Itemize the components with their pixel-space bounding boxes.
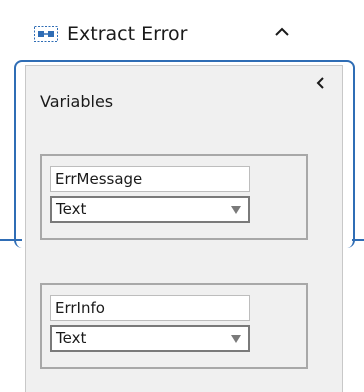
variable-name-field[interactable]: ErrMessage bbox=[50, 166, 250, 192]
variable-name-field[interactable]: ErrInfo bbox=[50, 295, 250, 321]
connector-line-right bbox=[352, 239, 364, 241]
activity-canvas: Extract Error Variables ErrMessage Text … bbox=[0, 0, 364, 392]
chevron-left-icon[interactable] bbox=[314, 76, 328, 90]
variable-type-value: Text bbox=[56, 329, 87, 347]
panel-title: Variables bbox=[40, 92, 114, 111]
variable-type-select[interactable]: Text bbox=[50, 325, 250, 352]
activity-title: Extract Error bbox=[67, 23, 188, 45]
variable-group: ErrInfo Text bbox=[40, 283, 308, 369]
activity-header[interactable]: Extract Error bbox=[34, 22, 324, 50]
sequence-activity-icon bbox=[34, 26, 58, 42]
connector-line-left bbox=[0, 239, 22, 241]
dropdown-arrow-icon bbox=[231, 335, 241, 343]
variable-type-select[interactable]: Text bbox=[50, 196, 250, 223]
variables-panel: Variables ErrMessage Text ErrInfo Text bbox=[25, 65, 343, 392]
variable-group: ErrMessage Text bbox=[40, 154, 308, 240]
variable-type-value: Text bbox=[56, 200, 87, 218]
chevron-up-icon[interactable] bbox=[272, 22, 292, 42]
dropdown-arrow-icon bbox=[231, 206, 241, 214]
